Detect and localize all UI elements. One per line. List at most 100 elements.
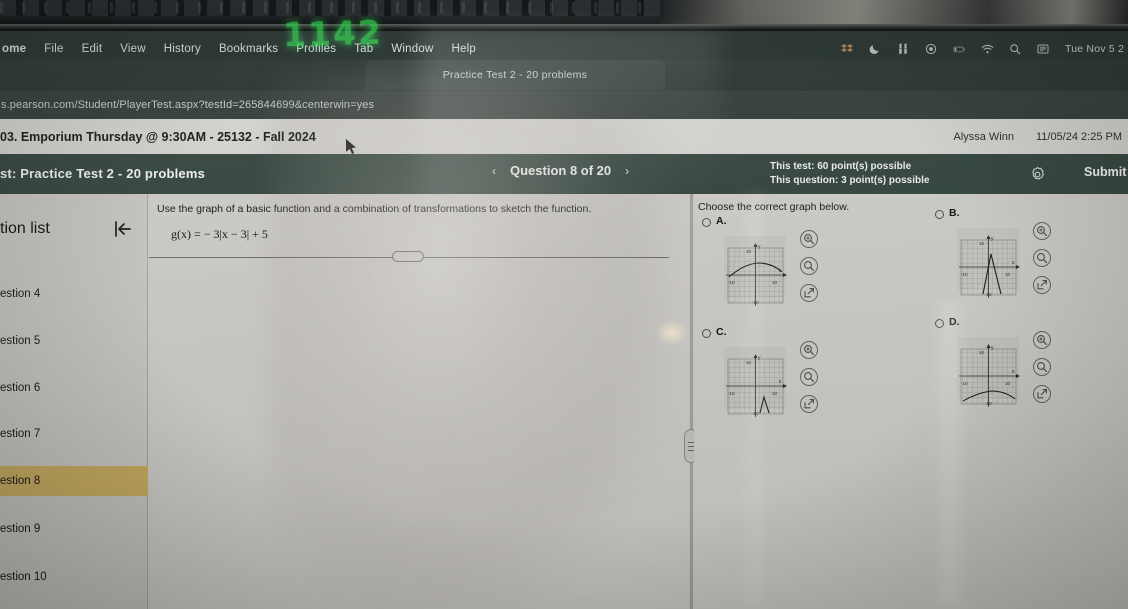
zoom-out-icon[interactable] <box>800 368 818 386</box>
control-center-icon[interactable] <box>1037 43 1050 56</box>
svg-text:-10: -10 <box>961 272 968 277</box>
graph-thumbnail-c[interactable]: y x 10 -10 10 -10 <box>724 347 787 417</box>
test-app-header: st: Practice Test 2 - 20 problems ‹ Ques… <box>0 154 1128 194</box>
gear-icon[interactable] <box>1029 166 1046 183</box>
spotlight-search-icon[interactable] <box>1009 43 1022 56</box>
sidebar-item-question-4[interactable]: estion 4 <box>0 279 148 309</box>
graph-tools-a[interactable] <box>800 230 818 302</box>
menu-item-bookmarks[interactable]: Bookmarks <box>219 43 278 55</box>
menu-item-window[interactable]: Window <box>391 43 433 55</box>
svg-text:-10: -10 <box>728 280 735 285</box>
browser-address-bar[interactable]: s.pearson.com/Student/PlayerTest.aspx?te… <box>0 91 1128 119</box>
do-not-disturb-moon-icon[interactable] <box>869 43 882 56</box>
menubar-clock[interactable]: Tue Nov 5 2 <box>1065 43 1124 55</box>
next-question-button[interactable]: › <box>625 164 629 178</box>
menubar-items[interactable]: ome File Edit View History Bookmarks Pro… <box>0 43 476 55</box>
expand-graph-icon[interactable] <box>1033 276 1051 294</box>
svg-text:-10: -10 <box>752 411 759 416</box>
submit-button[interactable]: Submit <box>1084 165 1126 179</box>
expand-graph-icon[interactable] <box>800 284 818 302</box>
sidebar-item-label: estion 4 <box>0 288 41 300</box>
radio-button-d[interactable] <box>935 319 944 328</box>
choice-letter-a: A. <box>716 215 727 227</box>
choice-letter-d: D. <box>949 316 960 328</box>
music-icon[interactable] <box>897 43 910 56</box>
question-navigation: ‹ Question 8 of 20 › <box>492 163 629 178</box>
sidebar-item-question-8[interactable]: estion 8 <box>0 466 148 496</box>
sidebar-item-question-10[interactable]: estion 10 <box>0 562 148 592</box>
sidebar-item-label: estion 6 <box>0 382 41 394</box>
sidebar-item-label: estion 10 <box>0 571 47 583</box>
radio-button-b[interactable] <box>935 210 944 219</box>
menu-item-edit[interactable]: Edit <box>82 43 103 55</box>
sidebar-item-question-5[interactable]: estion 5 <box>0 326 148 356</box>
menu-item-profiles[interactable]: Profiles <box>296 43 336 55</box>
address-bar-url[interactable]: s.pearson.com/Student/PlayerTest.aspx?te… <box>0 99 374 111</box>
test-player-body: tion list estion 4 estion 5 estion 6 est… <box>0 194 1128 609</box>
svg-text:10: 10 <box>746 360 752 365</box>
zoom-in-icon[interactable] <box>800 230 818 248</box>
graph-thumbnail-a[interactable]: y x 10 -10 10 -10 <box>724 236 787 306</box>
sidebar-header: tion list <box>0 214 148 244</box>
svg-text:10: 10 <box>746 249 752 254</box>
question-list-sidebar: tion list estion 4 estion 5 estion 6 est… <box>0 194 148 609</box>
radio-button-c[interactable] <box>702 329 711 338</box>
previous-question-button[interactable]: ‹ <box>492 164 496 178</box>
svg-text:10: 10 <box>772 391 778 396</box>
zoom-in-icon[interactable] <box>1033 331 1051 349</box>
expand-graph-icon[interactable] <box>800 395 818 413</box>
radio-button-a[interactable] <box>702 218 711 227</box>
choice-letter-c: C. <box>716 326 727 338</box>
collapse-panel-icon[interactable] <box>112 218 134 240</box>
menu-item-file[interactable]: File <box>44 43 63 55</box>
test-points-text: This test: 60 point(s) possible <box>770 161 912 172</box>
svg-text:-10: -10 <box>985 292 992 297</box>
graph-tools-c[interactable] <box>800 341 818 413</box>
svg-text:10: 10 <box>1005 272 1011 277</box>
sidebar-item-label: estion 9 <box>0 523 41 535</box>
zoom-out-icon[interactable] <box>1033 249 1051 267</box>
zoom-out-icon[interactable] <box>800 257 818 275</box>
menu-item-chrome[interactable]: ome <box>2 43 26 55</box>
svg-text:10: 10 <box>772 280 778 285</box>
browser-tab-active[interactable]: Practice Test 2 - 20 problems <box>365 60 665 90</box>
sidebar-item-question-9[interactable]: estion 9 <box>0 514 148 544</box>
sidebar-title: tion list <box>0 220 50 237</box>
choose-graph-instruction: Choose the correct graph below. <box>698 201 850 213</box>
svg-text:-10: -10 <box>985 401 992 406</box>
menu-item-history[interactable]: History <box>164 43 201 55</box>
divider-handle[interactable] <box>392 251 424 262</box>
graph-thumbnail-d[interactable]: y x 10 -10 10 -10 <box>957 337 1020 407</box>
pane-splitter[interactable] <box>690 194 693 609</box>
menu-item-view[interactable]: View <box>120 43 146 55</box>
sidebar-item-label: estion 7 <box>0 428 41 440</box>
wifi-icon[interactable] <box>981 43 994 56</box>
menu-item-help[interactable]: Help <box>451 43 475 55</box>
sidebar-item-question-7[interactable]: estion 7 <box>0 419 148 449</box>
problem-formula: g(x) = − 3|x − 3| + 5 <box>171 227 268 241</box>
svg-text:10: 10 <box>1005 381 1011 386</box>
zoom-out-icon[interactable] <box>1033 358 1051 376</box>
desk-strip <box>0 0 1128 26</box>
zoom-in-icon[interactable] <box>1033 222 1051 240</box>
expand-graph-icon[interactable] <box>1033 385 1051 403</box>
battery-icon[interactable] <box>953 43 966 56</box>
menu-item-tab[interactable]: Tab <box>354 43 373 55</box>
sidebar-item-label: estion 5 <box>0 335 41 347</box>
user-info: Alyssa Winn 11/05/24 2:25 PM <box>953 119 1128 154</box>
desk-background-blur <box>660 0 1128 24</box>
page-title: st: Practice Test 2 - 20 problems <box>0 166 206 181</box>
choice-letter-b: B. <box>949 207 960 219</box>
screen-record-icon[interactable] <box>925 43 938 56</box>
graph-tools-b[interactable] <box>1033 222 1051 294</box>
graph-tools-d[interactable] <box>1033 331 1051 403</box>
svg-text:-10: -10 <box>752 300 759 305</box>
svg-text:-10: -10 <box>728 391 735 396</box>
graph-thumbnail-b[interactable]: y x 10 -10 10 -10 <box>957 228 1020 298</box>
dropbox-icon[interactable] <box>841 43 854 56</box>
sidebar-item-question-6[interactable]: estion 6 <box>0 373 148 403</box>
zoom-in-icon[interactable] <box>800 341 818 359</box>
problem-prompt: Use the graph of a basic function and a … <box>157 203 592 215</box>
svg-text:10: 10 <box>979 241 985 246</box>
svg-text:10: 10 <box>979 350 985 355</box>
